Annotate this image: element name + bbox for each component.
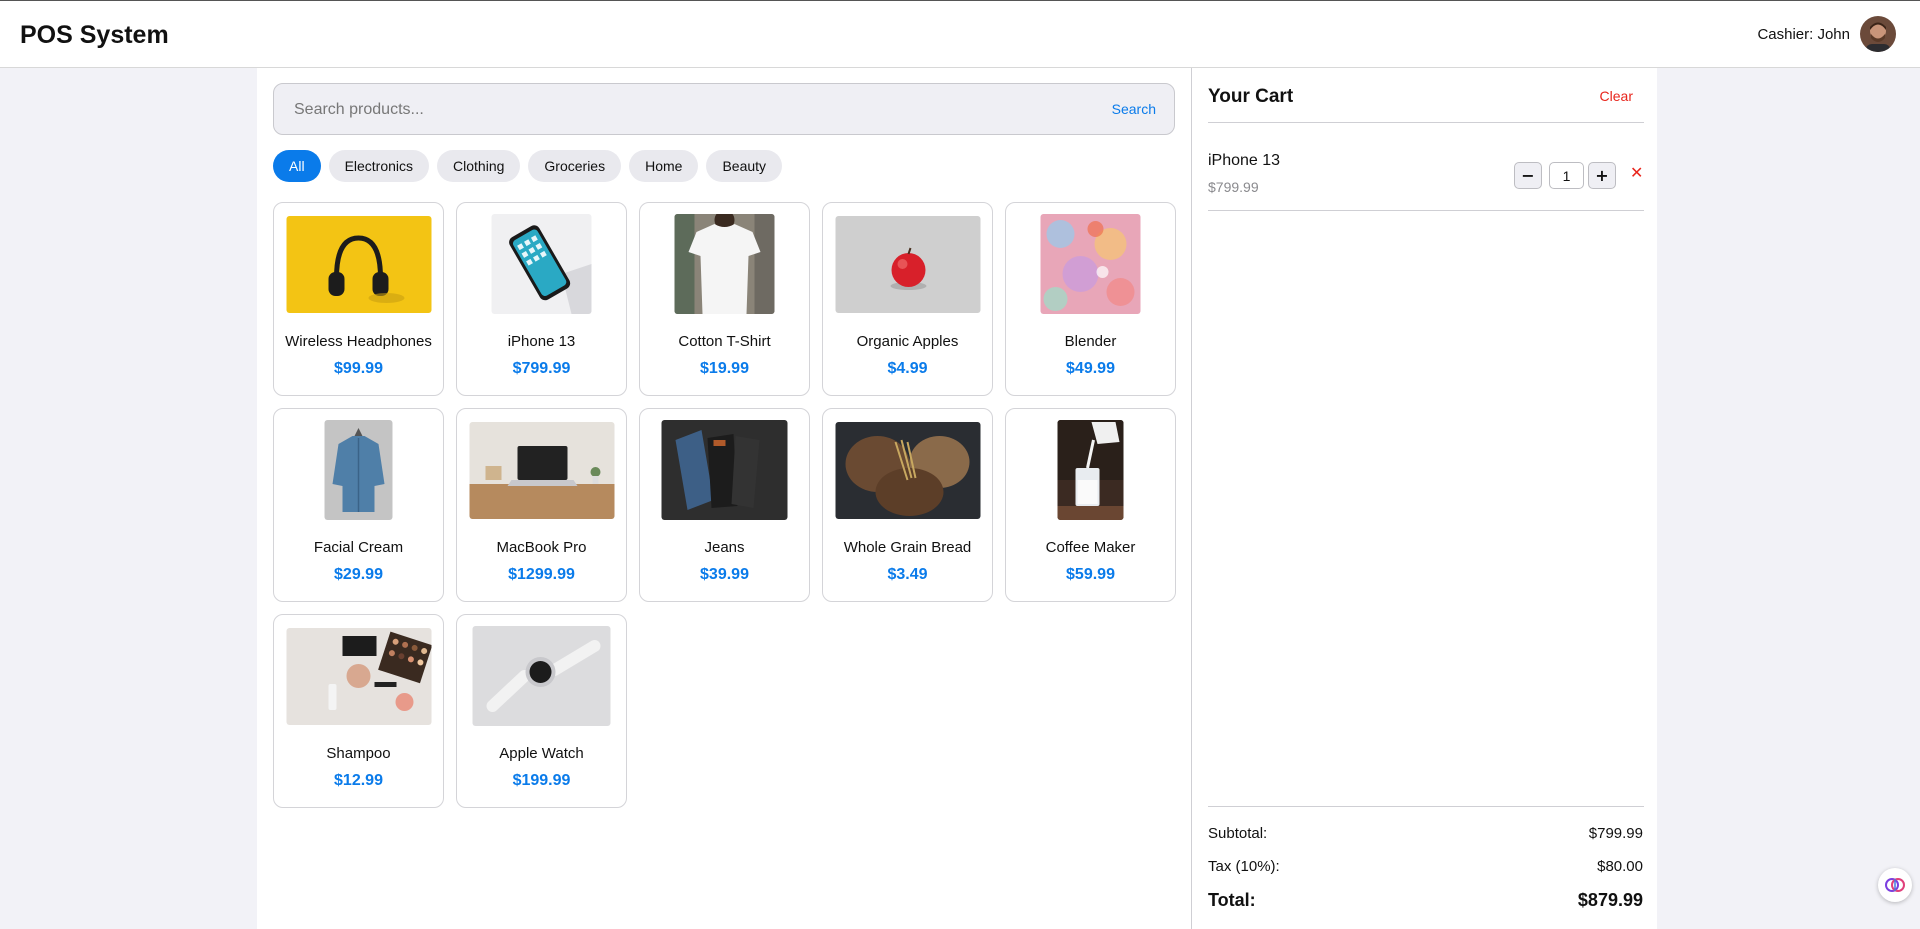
product-name: Coffee Maker (1045, 539, 1136, 556)
decrement-button[interactable]: − (1514, 162, 1542, 189)
product-price: $12.99 (334, 772, 383, 789)
product-price: $99.99 (334, 360, 383, 377)
phone-image (469, 214, 614, 314)
cart-panel: Your Cart Clear iPhone 13 $799.99 − + ✕ … (1191, 68, 1657, 929)
product-name: Jeans (704, 539, 745, 556)
product-card[interactable]: Organic Apples $4.99 (822, 202, 993, 396)
category-beauty[interactable]: Beauty (706, 150, 783, 182)
product-price: $4.99 (887, 360, 928, 377)
product-card[interactable]: Coffee Maker $59.99 (1005, 408, 1176, 602)
remove-item-button[interactable]: ✕ (1630, 163, 1643, 182)
tax-label: Tax (10%): (1208, 858, 1280, 875)
product-name: iPhone 13 (507, 333, 576, 350)
product-name: Apple Watch (499, 745, 584, 762)
app-title: POS System (20, 21, 169, 49)
category-groceries[interactable]: Groceries (528, 150, 622, 182)
product-name: Blender (1064, 333, 1117, 350)
product-card[interactable]: Cotton T-Shirt $19.99 (639, 202, 810, 396)
makeup-image (286, 627, 431, 725)
category-all[interactable]: All (273, 150, 321, 182)
product-grid: Wireless Headphones $99.99 iPhone 13 $79… (273, 202, 1177, 808)
product-name: Whole Grain Bread (843, 539, 972, 556)
category-home[interactable]: Home (629, 150, 699, 182)
product-price: $799.99 (512, 360, 571, 377)
cart-item-price: $799.99 (1208, 179, 1259, 195)
product-price: $39.99 (700, 566, 749, 583)
cart-title: Your Cart (1208, 86, 1294, 107)
jeans-image (652, 420, 797, 520)
abstract-art-image (1018, 214, 1163, 314)
tax-value: $80.00 (1597, 858, 1643, 875)
divider (1208, 122, 1644, 123)
product-name: Organic Apples (856, 333, 959, 350)
subtotal-label: Subtotal: (1208, 825, 1268, 842)
product-price: $3.49 (887, 566, 928, 583)
laptop-image (469, 421, 614, 519)
clear-cart-button[interactable]: Clear (1600, 88, 1633, 104)
milk-pour-image (1018, 420, 1163, 520)
product-card[interactable]: Whole Grain Bread $3.49 (822, 408, 993, 602)
product-panel: Search All Electronics Clothing Grocerie… (257, 68, 1191, 929)
headphones-image (286, 215, 431, 313)
bread-image (835, 421, 980, 519)
product-card[interactable]: iPhone 13 $799.99 (456, 202, 627, 396)
product-price: $29.99 (334, 566, 383, 583)
avatar[interactable] (1860, 16, 1896, 52)
product-card[interactable]: Blender $49.99 (1005, 202, 1176, 396)
cart-item-name: iPhone 13 (1208, 152, 1281, 169)
product-name: Shampoo (326, 745, 391, 762)
product-card[interactable]: Shampoo $12.99 (273, 614, 444, 808)
category-electronics[interactable]: Electronics (328, 150, 430, 182)
product-name: Facial Cream (313, 539, 404, 556)
product-price: $199.99 (512, 772, 571, 789)
total-label: Total: (1208, 890, 1256, 910)
product-card[interactable]: Wireless Headphones $99.99 (273, 202, 444, 396)
product-name: MacBook Pro (496, 539, 587, 556)
cashier-name: Cashier: John (1757, 26, 1850, 43)
search-bar: Search (273, 83, 1175, 135)
product-price: $19.99 (700, 360, 749, 377)
product-card[interactable]: MacBook Pro $1299.99 (456, 408, 627, 602)
search-input[interactable] (294, 98, 1074, 122)
product-price: $49.99 (1066, 360, 1115, 377)
denim-shirt-image (286, 420, 431, 520)
product-name: Cotton T-Shirt (678, 333, 771, 350)
apple-image (835, 215, 980, 313)
category-clothing[interactable]: Clothing (437, 150, 521, 182)
total-value: $879.99 (1577, 890, 1643, 910)
tshirt-image (652, 214, 797, 314)
assistant-icon[interactable] (1878, 868, 1912, 902)
product-name: Wireless Headphones (285, 333, 432, 350)
product-price: $1299.99 (508, 566, 575, 583)
divider (1208, 806, 1644, 807)
increment-button[interactable]: + (1588, 162, 1616, 189)
product-card[interactable]: Apple Watch $199.99 (456, 614, 627, 808)
search-button[interactable]: Search (1112, 101, 1156, 117)
top-bar: POS System Cashier: John (0, 0, 1920, 68)
divider (1208, 210, 1644, 211)
product-card[interactable]: Jeans $39.99 (639, 408, 810, 602)
category-filters: All Electronics Clothing Groceries Home … (273, 150, 783, 182)
product-card[interactable]: Facial Cream $29.99 (273, 408, 444, 602)
product-price: $59.99 (1066, 566, 1115, 583)
watch-image (469, 626, 614, 726)
quantity-input[interactable] (1549, 162, 1584, 189)
subtotal-value: $799.99 (1588, 825, 1643, 842)
